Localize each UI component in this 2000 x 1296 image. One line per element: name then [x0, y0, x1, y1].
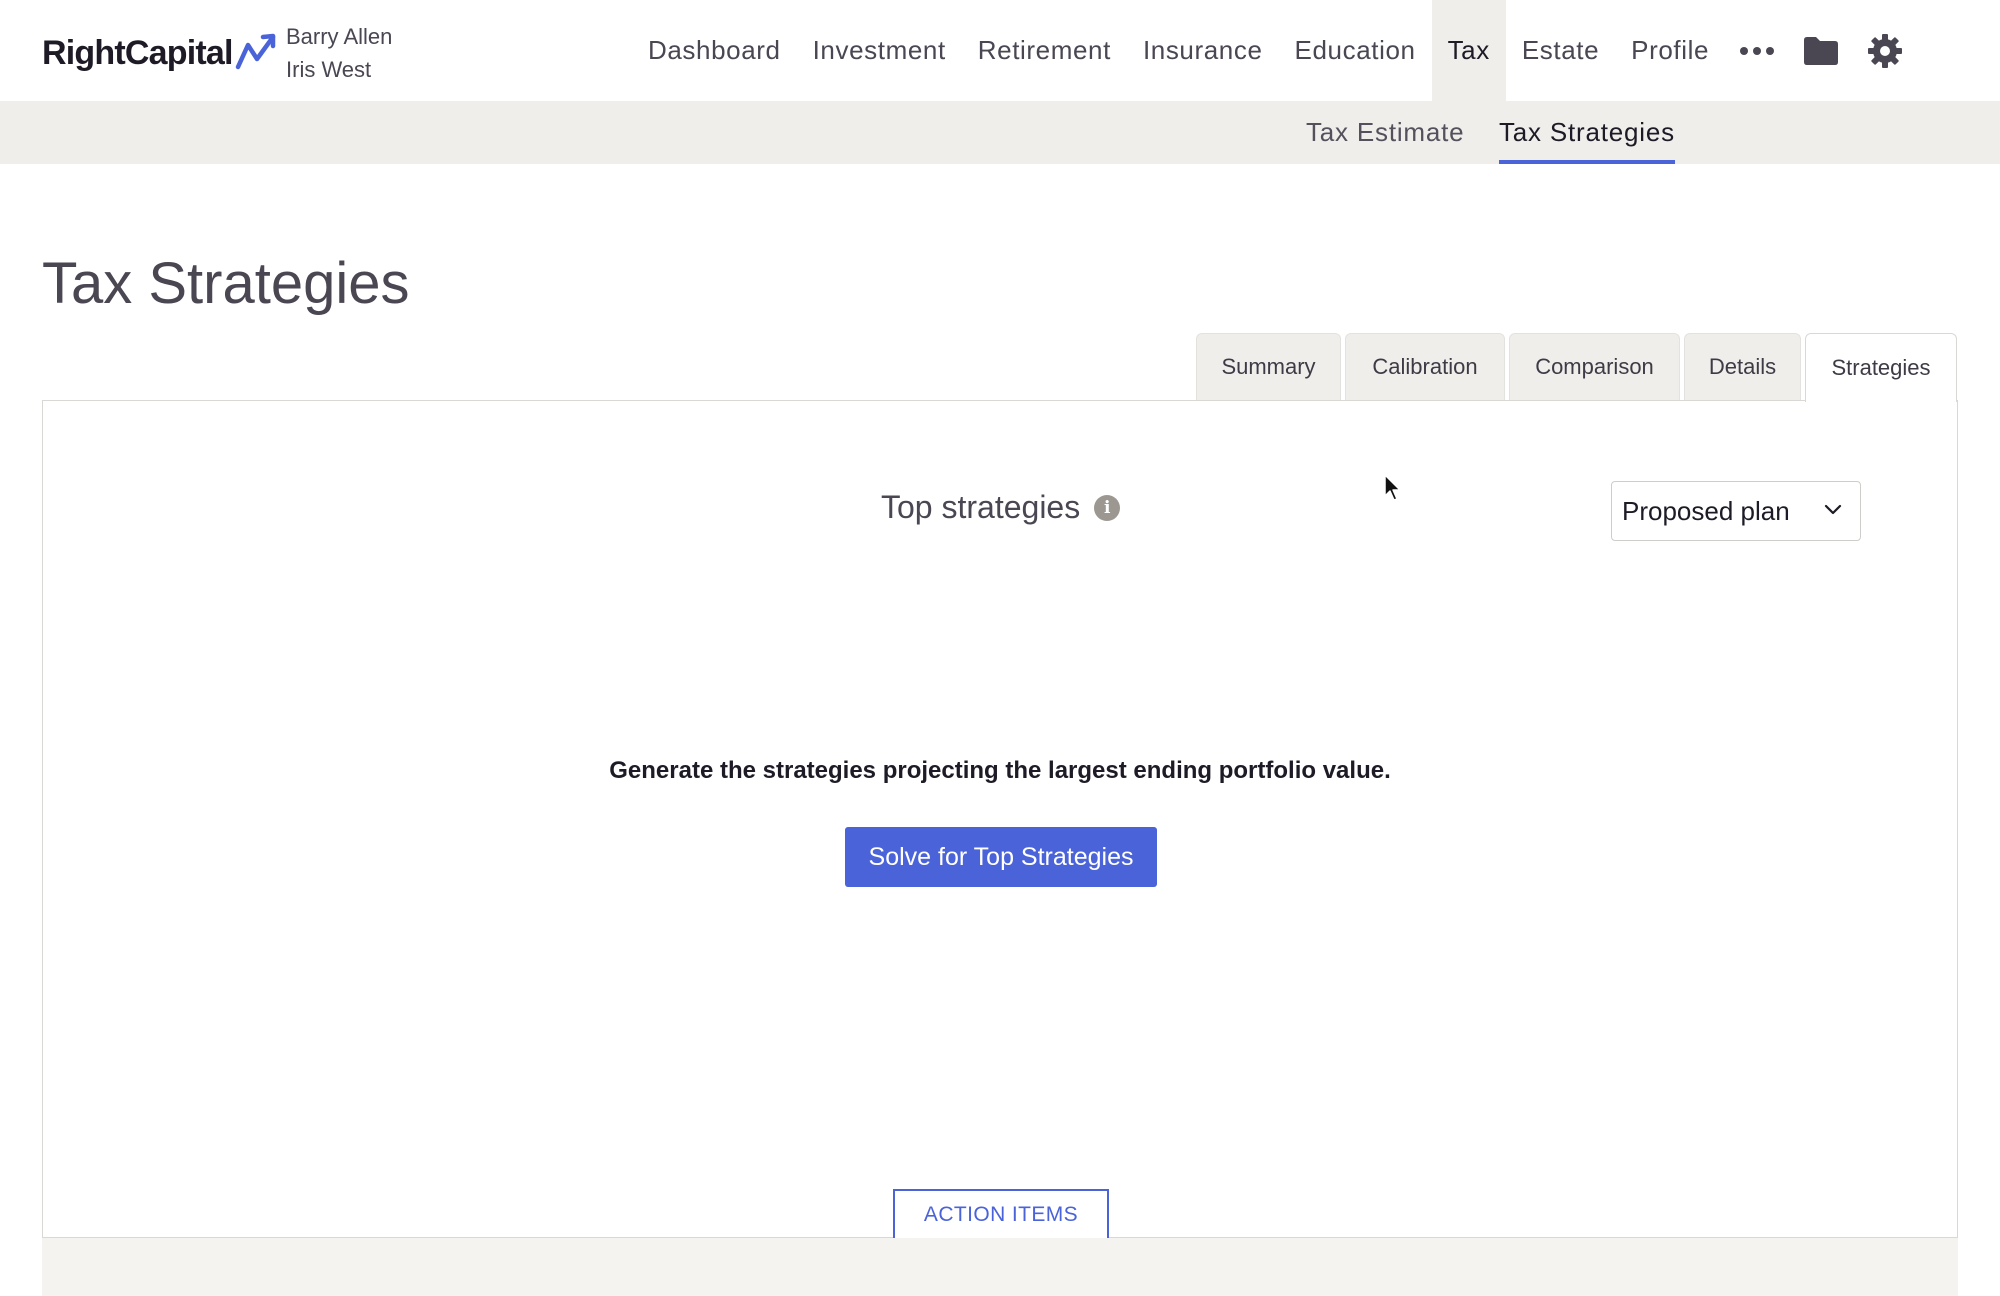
page-title: Tax Strategies: [42, 251, 410, 316]
subnav-tax-estimate[interactable]: Tax Estimate: [1306, 101, 1464, 164]
tab-summary[interactable]: Summary: [1196, 333, 1341, 400]
rightcapital-logo[interactable]: RightCapital: [42, 28, 279, 78]
solve-top-strategies-button[interactable]: Solve for Top Strategies: [845, 827, 1157, 887]
logo-arrow-icon: [235, 33, 275, 70]
top-nav-bar: RightCapital Barry Allen Iris West Dashb…: [0, 0, 2000, 101]
client-spouse-name: Iris West: [286, 57, 372, 82]
nav-dashboard[interactable]: Dashboard: [632, 0, 797, 101]
client-names[interactable]: Barry Allen Iris West: [286, 20, 392, 86]
subnav-tax-strategies-label: Tax Strategies: [1499, 117, 1675, 147]
tab-details[interactable]: Details: [1684, 333, 1801, 400]
action-items-button[interactable]: ACTION ITEMS: [893, 1189, 1109, 1239]
strategies-panel: Top strategies i Proposed plan Generate …: [42, 400, 1958, 1239]
nav-profile[interactable]: Profile: [1615, 0, 1725, 101]
gear-icon[interactable]: [1853, 0, 1917, 101]
active-underline: [1499, 160, 1675, 164]
logo-text: RightCapital: [42, 33, 233, 72]
info-icon[interactable]: i: [1094, 494, 1121, 521]
chevron-down-icon: [1824, 504, 1842, 515]
tab-strategies[interactable]: Strategies: [1805, 333, 1957, 402]
top-strategies-heading: Top strategies i: [881, 489, 1121, 526]
nav-investment[interactable]: Investment: [797, 0, 962, 101]
nav-insurance[interactable]: Insurance: [1127, 0, 1279, 101]
plan-select-value: Proposed plan: [1622, 495, 1790, 526]
folder-icon[interactable]: [1789, 0, 1853, 101]
tab-calibration[interactable]: Calibration: [1345, 333, 1505, 400]
more-icon[interactable]: [1725, 0, 1789, 101]
sub-nav-bar: Tax Estimate Tax Strategies: [0, 101, 2000, 164]
view-tabs: Summary Calibration Comparison Details S…: [1196, 333, 1961, 402]
main-nav: Dashboard Investment Retirement Insuranc…: [632, 0, 1917, 101]
top-strategies-title: Top strategies: [881, 489, 1081, 525]
nav-retirement[interactable]: Retirement: [962, 0, 1127, 101]
nav-estate[interactable]: Estate: [1506, 0, 1615, 101]
mouse-cursor-icon: [1384, 474, 1401, 501]
solve-prompt-text: Generate the strategies projecting the l…: [609, 757, 1391, 784]
client-primary-name: Barry Allen: [286, 24, 393, 49]
subnav-tax-strategies[interactable]: Tax Strategies: [1499, 101, 1675, 164]
nav-education[interactable]: Education: [1279, 0, 1432, 101]
tab-comparison[interactable]: Comparison: [1509, 333, 1680, 400]
nav-tax[interactable]: Tax: [1431, 0, 1506, 101]
plan-select[interactable]: Proposed plan: [1611, 481, 1861, 541]
panel-footer: [42, 1238, 1958, 1296]
